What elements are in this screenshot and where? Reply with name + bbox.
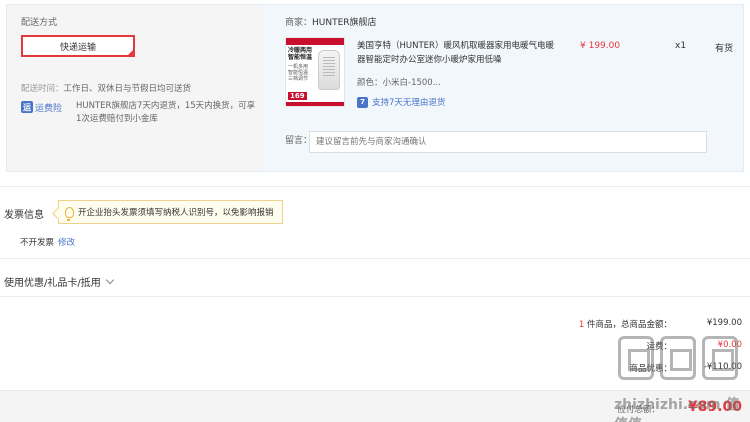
product-image-features: 一机多用 智能恒温 三档调节: [288, 64, 309, 82]
product-stock-status: 有货: [715, 44, 734, 54]
invoice-status: 不开发票 修改: [20, 236, 75, 248]
return-policy-text: 支持7天无理由退货: [372, 98, 446, 108]
chevron-down-icon: [105, 275, 114, 284]
invoice-status-text: 不开发票: [20, 238, 55, 248]
summary-goods-row: 1 件商品，总商品金额： ¥199.00: [579, 318, 742, 330]
lightbulb-icon: [65, 206, 74, 221]
freight-insurance-text: HUNTER旗舰店7天内退货，15天内换货，可享1次运费赔付到小金库: [76, 101, 256, 124]
total-bar: 应付总额： ¥89.00: [0, 390, 750, 422]
product-color: 颜色：小米白-1500...: [357, 76, 441, 88]
invoice-tip-text: 开企业抬头发票须填写纳税人识别号，以免影响报销: [78, 208, 274, 218]
remark-label: 留言：: [285, 136, 313, 146]
shipping-section: 配送方式 快递运输 ✓ 配送时间：工作日、双休日与节假日均可送货 运 运费险 H…: [7, 5, 263, 171]
check-icon: ✓: [128, 49, 133, 55]
shop-section: 商家：HUNTER旗舰店 冷暖两用 智能恒温 一机多用 智能恒温 三档调节 16…: [265, 5, 743, 171]
summary-count-suffix: 件商品，总商品金额：: [584, 320, 672, 330]
invoice-title: 发票信息: [4, 210, 44, 221]
return-policy-icon: 7: [357, 96, 368, 108]
freight-insurance: 运 运费险 HUNTER旗舰店7天内退货，15天内换货，可享1次运费赔付到小金库: [21, 99, 256, 126]
summary-row2-amount: ¥0.00: [717, 340, 742, 350]
shipping-section-label: 配送方式: [21, 18, 58, 28]
product-price: ¥ 199.00: [580, 41, 621, 51]
product-image[interactable]: 冷暖两用 智能恒温 一机多用 智能恒温 三档调节 169: [285, 37, 345, 107]
summary-row3-amount: -¥110.00: [703, 362, 742, 372]
shipping-method-button[interactable]: 快递运输 ✓: [21, 35, 135, 57]
delivery-time: 配送时间：工作日、双休日与节假日均可送货: [21, 82, 191, 94]
delivery-time-value: 工作日、双休日与节假日均可送货: [63, 84, 192, 94]
freight-insurance-link[interactable]: 运费险: [35, 101, 73, 114]
product-color-label: 颜色：: [357, 78, 383, 88]
invoice-edit-link[interactable]: 修改: [58, 238, 75, 248]
product-color-value: 小米白-1500...: [382, 78, 441, 88]
summary-goods-amount: ¥199.00: [706, 318, 742, 328]
order-panel: 配送方式 快递运输 ✓ 配送时间：工作日、双休日与节假日均可送货 运 运费险 H…: [6, 4, 744, 172]
coupon-label: 使用优惠/礼品卡/抵用: [4, 278, 101, 289]
total-label: 应付总额：: [617, 405, 660, 415]
freight-insurance-icon: 运: [21, 101, 33, 113]
heater-illustration: [318, 50, 340, 90]
product-title-link[interactable]: 美国亨特（HUNTER）暖风机取暖器家用电暖气电暖器智能定时办公室迷你小暖炉家用…: [357, 39, 557, 67]
product-image-badge: 冷暖两用 智能恒温: [288, 47, 313, 61]
total-amount: ¥89.00: [687, 399, 742, 415]
shop-line: 商家：HUNTER旗舰店: [285, 15, 377, 28]
summary-row3-label: 商品优惠：: [629, 364, 672, 374]
shop-label: 商家：: [285, 18, 313, 28]
invoice-tip: 开企业抬头发票须填写纳税人识别号，以免影响报销: [58, 200, 283, 224]
shop-name-link[interactable]: HUNTER旗舰店: [312, 18, 377, 28]
return-policy: 7 支持7天无理由退货: [357, 96, 445, 108]
divider: [0, 258, 750, 259]
coupon-toggle[interactable]: 使用优惠/礼品卡/抵用: [4, 274, 114, 289]
remark-input[interactable]: [309, 131, 707, 153]
summary-discount-row: 商品优惠： -¥110.00: [629, 362, 742, 374]
shipping-method-label: 快递运输: [59, 42, 96, 53]
delivery-time-label: 配送时间：: [21, 84, 64, 94]
product-image-price: 169: [288, 92, 307, 100]
summary-goods-label: 1 件商品，总商品金额：: [579, 318, 672, 330]
product-quantity: x1: [675, 41, 687, 51]
divider: [0, 296, 750, 297]
summary-row2-label: 运费：: [646, 342, 672, 352]
divider: [0, 186, 750, 187]
summary-shipping-row: 运费： ¥0.00: [646, 340, 742, 352]
